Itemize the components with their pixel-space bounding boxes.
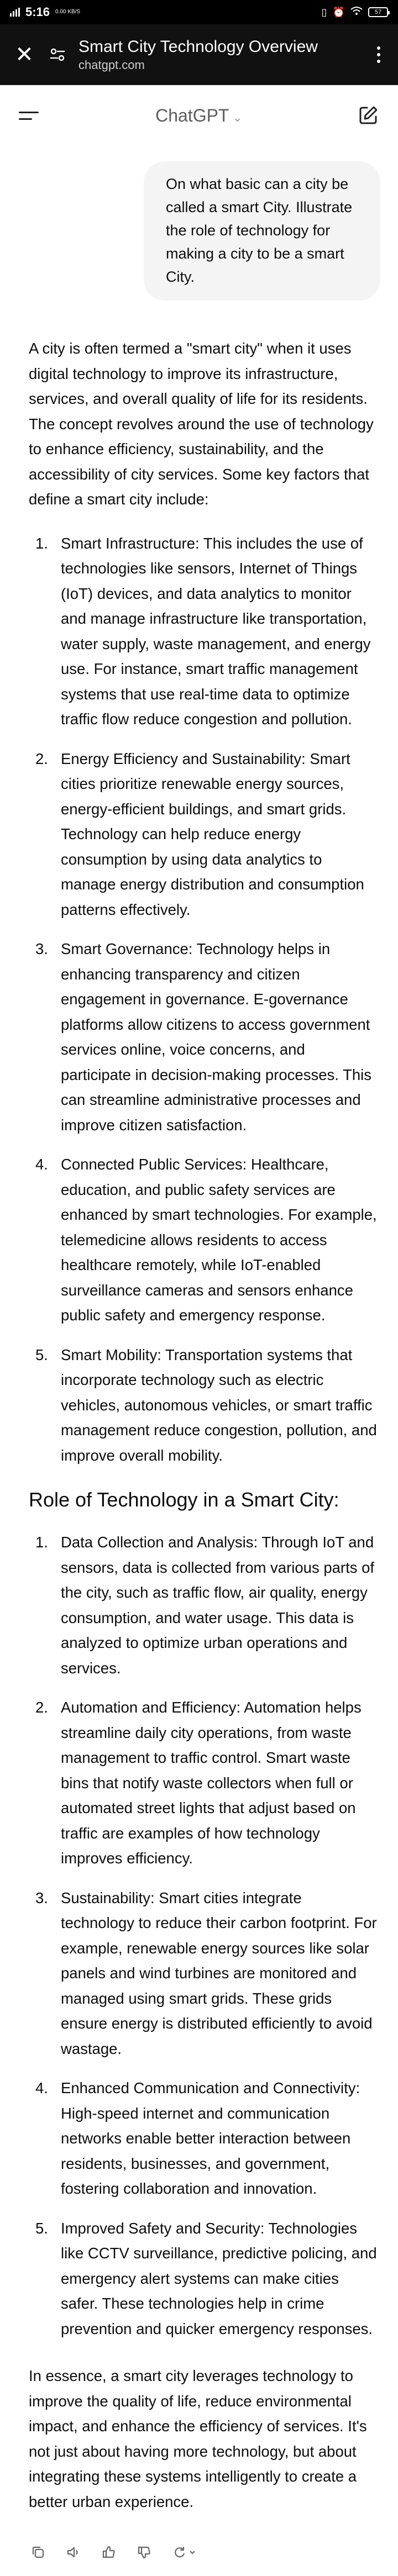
- list-item: 4. Enhanced Communication and Connectivit…: [35, 2079, 360, 2197]
- list-item: 5. Smart Mobility: Transportation systems…: [35, 1346, 377, 1464]
- list-item: 3. Sustainability: Smart cities integrate…: [35, 1889, 377, 2057]
- list-item: 4. Connected Public Services: Healthcare,…: [35, 1156, 377, 1324]
- battery-icon: 57: [368, 7, 390, 17]
- message-actions: [29, 2541, 199, 2563]
- list-item: 2. Automation and Efficiency: Automation …: [35, 1699, 362, 1867]
- list-item: 1. Data Collection and Analysis: Through …: [35, 1534, 375, 1677]
- user-message: On what basic can a city be called a sma…: [144, 161, 380, 301]
- thumbs-down-icon[interactable]: [135, 2543, 154, 2562]
- thumbs-up-icon[interactable]: [100, 2543, 118, 2562]
- section-heading: Role of Technology in a Smart City:: [29, 1488, 339, 1511]
- list-item: 2. Energy Efficiency and Sustainability: …: [35, 750, 364, 918]
- list-item: 1. Smart Infrastructure: This includes th…: [35, 534, 371, 728]
- page-url: chatgpt.com: [78, 58, 145, 72]
- model-selector[interactable]: ChatGPT ⌄: [0, 106, 398, 126]
- assistant-message: A city is often termed a "smart city" wh…: [29, 336, 378, 2533]
- chevron-down-icon: ⌄: [232, 110, 243, 124]
- battery-level: 57: [374, 9, 382, 15]
- status-bar: 5:16 0.00 KB/S ▯ ⏰ 57: [0, 0, 398, 24]
- site-settings-icon[interactable]: [45, 43, 70, 67]
- more-options-icon[interactable]: [370, 46, 387, 63]
- speaker-icon[interactable]: [64, 2543, 83, 2562]
- roles-list: 1. Data Collection and Analysis: Through …: [29, 1530, 378, 2341]
- browser-header: ✕ Smart City Technology Overview chatgpt…: [0, 24, 398, 85]
- answer-intro: A city is often termed a "smart city" wh…: [29, 340, 374, 508]
- answer-conclusion: In essence, a smart city leverages techn…: [29, 2367, 367, 2510]
- page-title: Smart City Technology Overview: [78, 38, 318, 56]
- copy-icon[interactable]: [29, 2543, 48, 2562]
- app-header: ChatGPT ⌄: [0, 85, 398, 146]
- list-item: 3. Smart Governance: Technology helps in …: [35, 940, 371, 1134]
- status-time: 5:16: [25, 5, 50, 19]
- close-icon[interactable]: ✕: [11, 41, 38, 68]
- list-item: 5. Improved Safety and Security: Technolo…: [35, 2219, 377, 2337]
- factors-list: 1. Smart Infrastructure: This includes th…: [29, 531, 378, 1468]
- wifi-icon: [350, 6, 363, 19]
- app-title-label: ChatGPT: [155, 105, 229, 125]
- vibrate-icon: ▯: [321, 6, 327, 18]
- regenerate-icon[interactable]: [170, 2543, 199, 2562]
- alarm-icon: ⏰: [332, 6, 345, 18]
- signal-icon: [10, 8, 20, 17]
- network-speed: 0.00 KB/S: [55, 9, 81, 15]
